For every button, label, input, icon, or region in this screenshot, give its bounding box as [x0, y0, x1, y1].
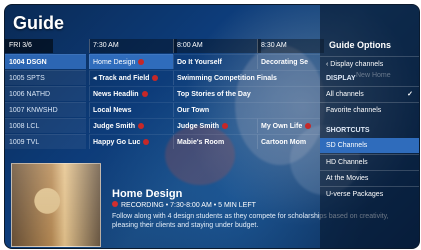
record-icon — [152, 75, 159, 81]
channel-label[interactable]: 1007 KNWSHD — [5, 102, 86, 117]
program-cell[interactable]: My Own Life — [257, 118, 320, 133]
program-thumbnail — [11, 163, 101, 247]
time-header: 7:30 AM — [89, 39, 177, 53]
channel-label[interactable]: 1008 LCL — [5, 118, 86, 133]
program-title: Judge Smith — [93, 123, 136, 130]
program-title: Cartoon Mom — [261, 139, 307, 146]
shortcut-label: U-verse Packages — [326, 191, 384, 198]
time-header: 8:30 AM — [257, 39, 324, 53]
program-title: My Own Life — [261, 123, 303, 130]
shortcut-hd-channels[interactable]: HD Channels — [320, 154, 419, 169]
ghost-text: New Home — [356, 72, 391, 79]
program-title: Our Town — [177, 107, 210, 114]
program-cell[interactable]: Mabie's Room — [173, 134, 257, 149]
page-title: Guide — [13, 13, 65, 33]
program-cell[interactable]: Local News — [89, 102, 173, 117]
shortcuts-section-header: SHORTCUTS — [326, 127, 370, 134]
program-title: Happy Go Luc — [93, 139, 141, 146]
shortcut-label: SD Channels — [326, 142, 368, 149]
program-cell[interactable]: Decorating Se — [257, 54, 320, 69]
option-all-channels[interactable]: All channels ✓ — [320, 86, 419, 101]
check-icon: ✓ — [407, 91, 413, 98]
time-left: 5 MIN LEFT — [218, 202, 256, 209]
program-cell[interactable]: Top Stories of the Day — [173, 86, 320, 101]
program-cell[interactable]: Home Design — [89, 54, 173, 69]
display-channels-back[interactable]: ‹ Display channels — [320, 56, 419, 71]
program-cell[interactable]: Judge Smith — [173, 118, 257, 133]
back-label: Display channels — [330, 61, 384, 68]
date-header: FRI 3/6 — [5, 39, 53, 53]
record-icon — [141, 91, 148, 97]
program-title: Local News — [93, 107, 132, 114]
program-cell[interactable]: Swimming Competition Finals — [173, 70, 320, 85]
record-icon — [112, 201, 118, 207]
shortcut-label: HD Channels — [326, 159, 368, 166]
program-cell[interactable]: ◂ Track and Field — [89, 70, 173, 85]
program-title: Judge Smith — [177, 123, 220, 130]
program-title: Home Design — [93, 59, 136, 66]
guide-screen: Guide FRI 3/6 7:30 AM 8:00 AM 8:30 AM 10… — [4, 4, 420, 249]
program-cell[interactable]: Do It Yourself — [173, 54, 257, 69]
program-cell[interactable]: Judge Smith — [89, 118, 173, 133]
shortcut-sd-channels[interactable]: SD Channels — [320, 138, 419, 153]
record-icon — [222, 123, 229, 129]
program-time: 7:30-8:00 AM — [170, 202, 212, 209]
program-title: Do It Yourself — [177, 59, 222, 66]
program-cell[interactable]: Our Town — [173, 102, 320, 117]
option-label: Favorite channels — [326, 107, 382, 114]
shortcut-at-the-movies[interactable]: At the Movies — [320, 170, 419, 185]
record-icon — [143, 139, 150, 145]
program-info-title: Home Design — [112, 188, 183, 200]
program-cell[interactable]: Happy Go Luc — [89, 134, 173, 149]
record-icon — [305, 123, 312, 129]
recording-label: RECORDING — [121, 202, 164, 209]
channel-label[interactable]: 1004 DSGN — [5, 54, 86, 69]
option-favorite-channels[interactable]: Favorite channels — [320, 102, 419, 117]
program-cell[interactable]: Cartoon Mom — [257, 134, 320, 149]
channel-label[interactable]: 1005 SPTS — [5, 70, 86, 85]
guide-options-panel: Guide Options ‹ Display channels DISPLAY… — [320, 5, 419, 248]
channel-label[interactable]: 1009 TVL — [5, 134, 86, 149]
program-title: Decorating Se — [261, 59, 309, 66]
shortcut-uverse-packages[interactable]: U-verse Packages — [320, 186, 419, 201]
program-title: Swimming Competition Finals — [177, 75, 277, 82]
program-title: Top Stories of the Day — [177, 91, 251, 98]
option-label: All channels — [326, 91, 364, 98]
recording-status: RECORDING • 7:30-8:00 AM • 5 MIN LEFT — [112, 201, 256, 209]
program-title: Mabie's Room — [177, 139, 225, 146]
program-title: News Headlin — [93, 91, 139, 98]
options-title: Guide Options — [329, 40, 391, 50]
shortcut-label: At the Movies — [326, 175, 369, 182]
program-cell[interactable]: News Headlin — [89, 86, 173, 101]
time-header: 8:00 AM — [173, 39, 261, 53]
channel-label[interactable]: 1006 NATHD — [5, 86, 86, 101]
record-icon — [138, 59, 145, 65]
record-icon — [138, 123, 145, 129]
program-title: ◂ Track and Field — [93, 75, 150, 82]
